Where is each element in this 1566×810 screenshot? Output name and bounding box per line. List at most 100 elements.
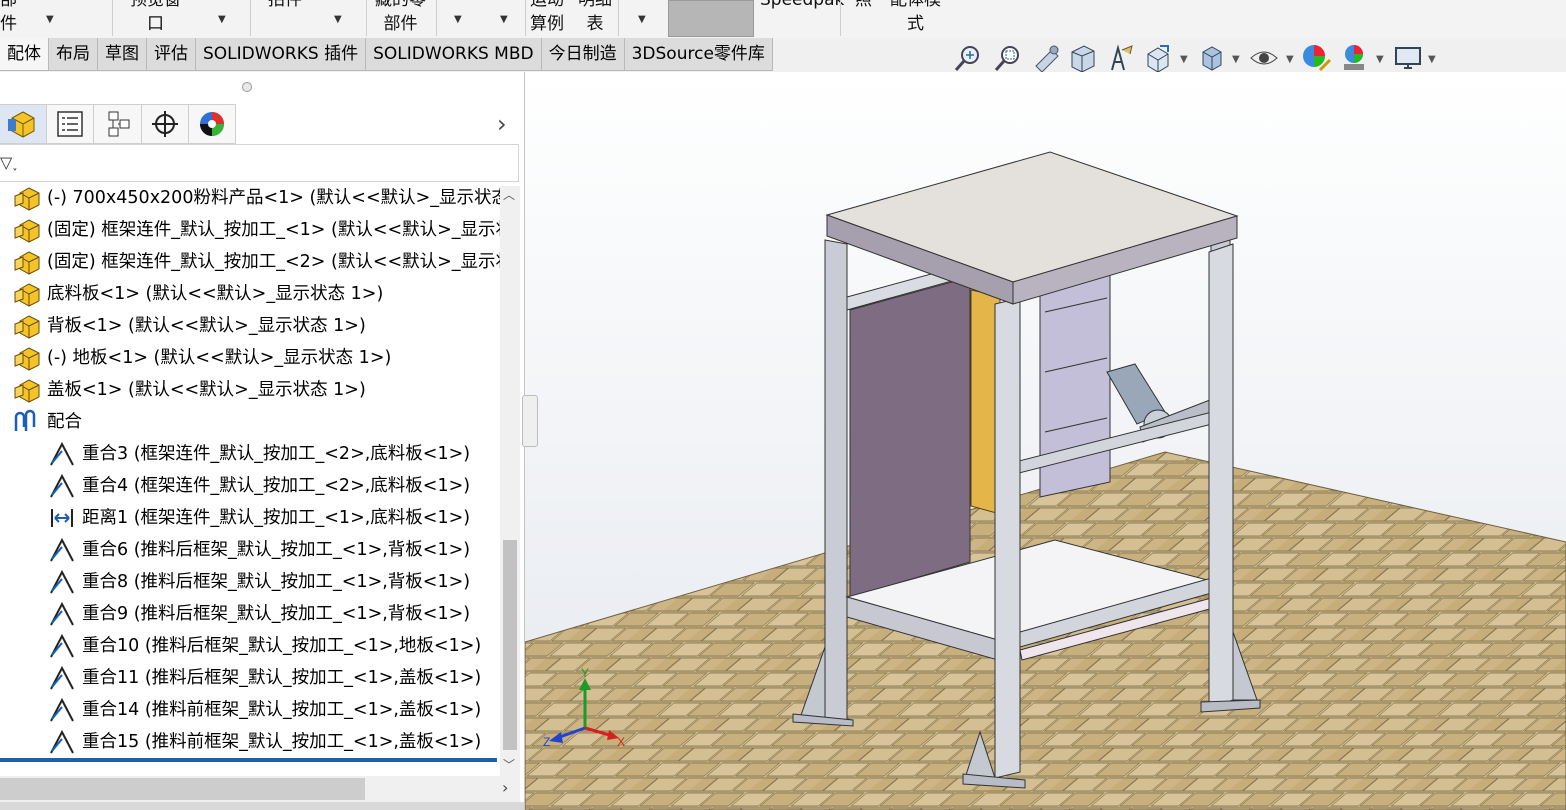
- tab-7[interactable]: 3DSource零件库: [625, 38, 773, 70]
- ribbon-command-button[interactable]: 运动 算例: [530, 0, 564, 36]
- tree-item-component[interactable]: (-) 地板<1> (默认<<默认>_显示状态 1>): [0, 342, 500, 374]
- scrollbar-thumb[interactable]: [0, 778, 365, 800]
- tree-item-mates-folder[interactable]: 配合: [0, 406, 500, 438]
- ribbon-separator: [250, 0, 251, 36]
- zoom-to-fit-icon[interactable]: [952, 42, 984, 74]
- dimxpert-icon: [151, 111, 178, 137]
- propertymanager-tab[interactable]: [47, 104, 95, 144]
- tree-item-label: (-) 700x450x200粉料产品<1> (默认<<默认>_显示状态: [47, 188, 500, 208]
- propertymanager-icon: [57, 111, 84, 137]
- tree-item-mate[interactable]: 重合11 (推料后框架_默认_按加工_<1>,盖板<1>): [0, 662, 500, 694]
- featuremanager-tab[interactable]: [0, 104, 48, 144]
- ribbon-command-button[interactable]: 藏的零 部件: [375, 0, 426, 36]
- ribbon-disabled-button[interactable]: [668, 0, 754, 37]
- dropdown-arrow-icon[interactable]: ▼: [1286, 54, 1294, 65]
- tree-item-component[interactable]: 背板<1> (默认<<默认>_显示状态 1>): [0, 310, 500, 342]
- scroll-up-arrow-icon[interactable]: ︿: [503, 186, 515, 203]
- previous-view-icon[interactable]: [1030, 42, 1062, 74]
- dropdown-arrow-icon[interactable]: ▼: [46, 14, 54, 25]
- hide-show-icon[interactable]: [1248, 42, 1280, 74]
- filter-icon[interactable]: ▽˯: [0, 153, 18, 173]
- tree-item-mate[interactable]: 重合14 (推料前框架_默认_按加工_<1>,盖板<1>): [0, 694, 500, 726]
- dropdown-arrow-icon[interactable]: ▼: [1180, 54, 1188, 65]
- display-manager-tab[interactable]: [188, 104, 237, 144]
- ribbon-command-button[interactable]: Speedpak: [760, 0, 844, 12]
- tree-item-mate[interactable]: 距离1 (框架连件_默认_按加工_<1>,底料板<1>): [0, 502, 500, 534]
- frame-post: [824, 239, 848, 723]
- edit-appearance-icon[interactable]: [1300, 42, 1332, 74]
- display-style-icon[interactable]: [1196, 42, 1228, 74]
- tab-2[interactable]: 草图: [98, 38, 147, 70]
- tab-4[interactable]: SOLIDWORKS 插件: [196, 38, 367, 70]
- view-orientation-icon[interactable]: [1142, 42, 1174, 74]
- tree-item-mate[interactable]: 重合10 (推料后框架_默认_按加工_<1>,地板<1>): [0, 630, 500, 662]
- ribbon-separator: [366, 0, 367, 36]
- panel-splitter-handle[interactable]: [242, 82, 252, 92]
- ribbon-command-button[interactable]: 配体模 式: [890, 0, 941, 36]
- frame-post: [1208, 243, 1234, 709]
- tab-0[interactable]: 配体: [0, 38, 49, 70]
- tab-6[interactable]: 今日制造: [542, 38, 625, 70]
- part-icon: [14, 281, 42, 307]
- tab-1[interactable]: 布局: [49, 38, 98, 70]
- dimxpert-tab[interactable]: [141, 104, 189, 144]
- ribbon-command-button[interactable]: 预览窗 口: [130, 0, 181, 36]
- scrollbar-thumb[interactable]: [503, 540, 517, 750]
- dropdown-arrow-icon[interactable]: ▼: [638, 14, 646, 25]
- tree-item-mate[interactable]: 重合4 (框架连件_默认_按加工_<2>,底料板<1>): [0, 470, 500, 502]
- tree-item-component[interactable]: (固定) 框架连件_默认_按加工_<1> (默认<<默认>_显示状: [0, 214, 500, 246]
- dropdown-arrow-icon[interactable]: ▼: [1376, 54, 1384, 65]
- tree-item-label: 底料板<1> (默认<<默认>_显示状态 1>): [47, 284, 384, 304]
- dropdown-arrow-icon[interactable]: ▼: [218, 14, 226, 25]
- ribbon-separator: [525, 0, 526, 36]
- triad-z-label: Z: [543, 735, 550, 749]
- configurationmanager-tab[interactable]: [94, 104, 142, 144]
- view-settings-icon[interactable]: [1392, 42, 1424, 74]
- scroll-down-arrow-icon[interactable]: ﹀: [503, 756, 515, 773]
- dropdown-arrow-icon[interactable]: ▼: [1428, 54, 1436, 65]
- zoom-to-area-icon[interactable]: [992, 42, 1024, 74]
- tree-item-mate[interactable]: 重合3 (框架连件_默认_按加工_<2>,底料板<1>): [0, 438, 500, 470]
- scroll-right-arrow-icon[interactable]: ›: [502, 778, 508, 797]
- ribbon-command-button[interactable]: 照: [855, 0, 872, 12]
- tree-item-component[interactable]: 底料板<1> (默认<<默认>_显示状态 1>): [0, 278, 500, 310]
- assembly-model-view[interactable]: [525, 72, 1566, 810]
- part-icon: [14, 377, 42, 403]
- tab-3[interactable]: 评估: [147, 38, 196, 70]
- dropdown-arrow-icon[interactable]: ▼: [1232, 54, 1240, 65]
- ribbon-separator: [436, 0, 437, 36]
- tree-item-component[interactable]: (固定) 框架连件_默认_按加工_<2> (默认<<默认>_显示状: [0, 246, 500, 278]
- coincident-mate-icon: [48, 697, 76, 723]
- tree-item-label: (固定) 框架连件_默认_按加工_<2> (默认<<默认>_显示状: [47, 252, 500, 272]
- dropdown-arrow-icon[interactable]: ▼: [454, 14, 462, 25]
- panel-collapse-handle[interactable]: [522, 395, 538, 447]
- ribbon-separator: [112, 0, 113, 36]
- section-view-icon[interactable]: [1066, 42, 1098, 74]
- dropdown-arrow-icon[interactable]: ▼: [334, 14, 342, 25]
- ribbon-command-button[interactable]: 明细 表: [578, 0, 612, 36]
- coincident-mate-icon: [48, 729, 76, 755]
- tree-item-component[interactable]: 盖板<1> (默认<<默认>_显示状态 1>): [0, 374, 500, 406]
- dropdown-arrow-icon[interactable]: ▼: [500, 14, 508, 25]
- dynamic-annotation-icon[interactable]: [1104, 42, 1136, 74]
- tree-item-component[interactable]: (-) 700x450x200粉料产品<1> (默认<<默认>_显示状态: [0, 182, 500, 214]
- tree-item-label: 重合3 (框架连件_默认_按加工_<2>,底料板<1>): [82, 444, 471, 464]
- panel-tabs-next-arrow[interactable]: ›: [497, 110, 507, 138]
- back-panel: [849, 276, 971, 598]
- apply-scene-icon[interactable]: [1338, 42, 1370, 74]
- tree-item-mate[interactable]: 重合8 (推料后框架_默认_按加工_<1>,背板<1>): [0, 566, 500, 598]
- tree-rollback-bar[interactable]: [0, 758, 497, 762]
- coincident-mate-icon: [48, 601, 76, 627]
- tree-item-label: 距离1 (框架连件_默认_按加工_<1>,底料板<1>): [82, 508, 471, 528]
- ribbon-command-button[interactable]: 部 件: [0, 0, 17, 36]
- tree-item-mate[interactable]: 重合15 (推料前框架_默认_按加工_<1>,盖板<1>): [0, 726, 500, 758]
- coincident-mate-icon: [48, 441, 76, 467]
- tree-item-mate[interactable]: 重合6 (推料后框架_默认_按加工_<1>,背板<1>): [0, 534, 500, 566]
- tab-5[interactable]: SOLIDWORKS MBD: [366, 38, 542, 70]
- graphics-area[interactable]: Y X Z: [525, 72, 1566, 810]
- triad-y-label: Y: [581, 668, 589, 680]
- tree-item-label: 重合9 (推料后框架_默认_按加工_<1>,背板<1>): [82, 604, 471, 624]
- tree-item-mate[interactable]: 重合9 (推料后框架_默认_按加工_<1>,背板<1>): [0, 598, 500, 630]
- ribbon-command-button[interactable]: 拍件: [268, 0, 302, 12]
- tree-item-label: 重合11 (推料后框架_默认_按加工_<1>,盖板<1>): [82, 668, 482, 688]
